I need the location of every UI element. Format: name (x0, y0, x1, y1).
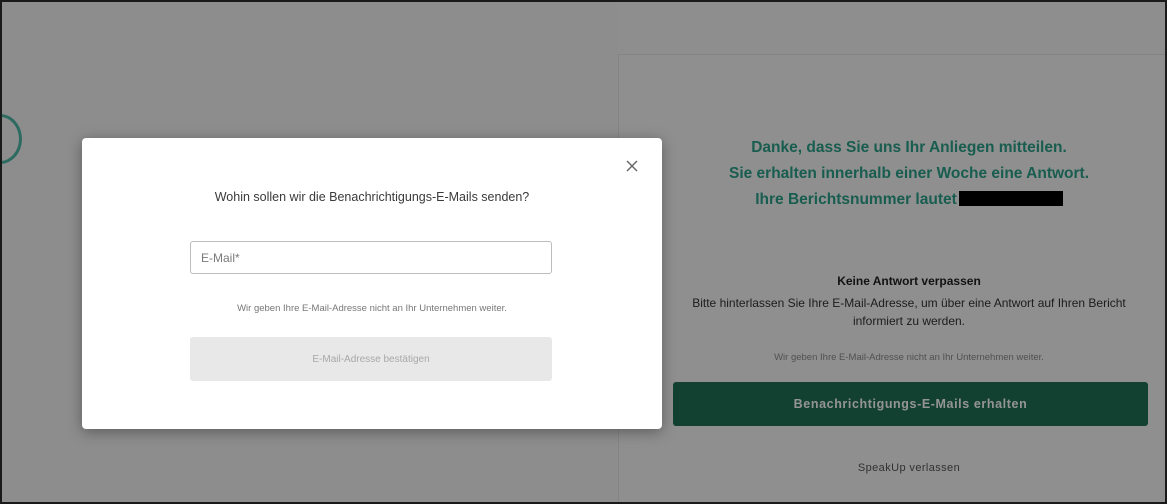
confirm-email-button[interactable]: E-Mail-Adresse bestätigen (190, 337, 552, 381)
modal-privacy-note: Wir geben Ihre E-Mail-Adresse nicht an I… (237, 303, 507, 314)
email-field[interactable] (190, 241, 552, 274)
modal-question: Wohin sollen wir die Benachrichtigungs-E… (214, 190, 530, 204)
email-modal: Wohin sollen wir die Benachrichtigungs-E… (82, 138, 662, 429)
app-window: Danke, dass Sie uns Ihr Anliegen mitteil… (0, 0, 1167, 504)
close-icon[interactable] (624, 158, 640, 174)
